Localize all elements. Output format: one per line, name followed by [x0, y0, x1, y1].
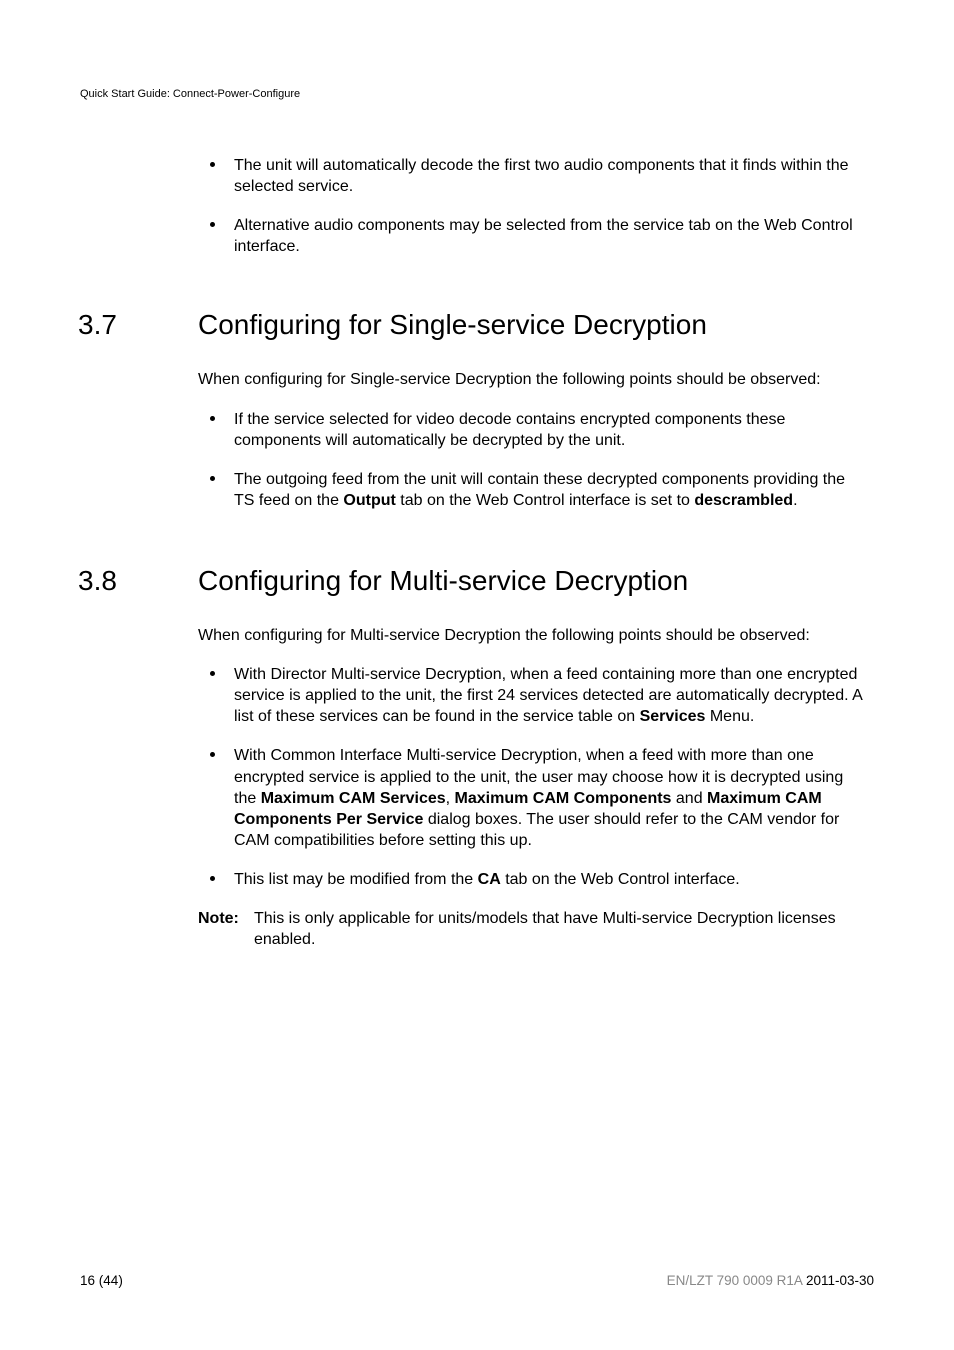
page-current: 16	[80, 1273, 95, 1288]
list-item-text: This list may be modified from the CA ta…	[234, 871, 740, 888]
bullet-list: With Director Multi-service Decryption, …	[198, 664, 868, 890]
section-number: 3.8	[78, 565, 117, 597]
page: Quick Start Guide: Connect-Power-Configu…	[0, 0, 954, 1350]
list-item: This list may be modified from the CA ta…	[198, 869, 868, 890]
run: With Director Multi-service Decryption, …	[234, 666, 862, 725]
bullet-icon	[210, 476, 215, 481]
list-item: Alternative audio components may be sele…	[198, 215, 868, 257]
run-bold: Output	[343, 492, 395, 509]
bullet-icon	[210, 162, 215, 167]
note-label: Note:	[198, 908, 254, 950]
doc-date: 2011-03-30	[806, 1273, 874, 1288]
section-title: Configuring for Multi-service Decryption	[198, 565, 868, 597]
pre-section-bullets: The unit will automatically decode the f…	[198, 155, 868, 257]
section-3-8: 3.8 Configuring for Multi-service Decryp…	[0, 565, 954, 950]
list-item: The unit will automatically decode the f…	[198, 155, 868, 197]
section-intro: When configuring for Single-service Decr…	[198, 369, 868, 390]
bullet-icon	[210, 876, 215, 881]
footer-page-number: 16 (44)	[80, 1273, 123, 1288]
run: .	[793, 492, 797, 509]
run-bold: Maximum CAM Services	[261, 790, 446, 807]
list-item-text: With Common Interface Multi-service Decr…	[234, 747, 843, 848]
run-bold: CA	[478, 871, 501, 888]
list-item-text: Alternative audio components may be sele…	[234, 217, 853, 255]
run: Menu.	[705, 708, 754, 725]
run-bold: Maximum CAM Components	[455, 790, 672, 807]
list-item: With Director Multi-service Decryption, …	[198, 664, 868, 727]
note-text: This is only applicable for units/models…	[254, 908, 868, 950]
run-bold: descrambled	[694, 492, 793, 509]
run-bold: Services	[640, 708, 706, 725]
content-area: The unit will automatically decode the f…	[0, 155, 954, 968]
running-head: Quick Start Guide: Connect-Power-Configu…	[80, 88, 300, 100]
run: tab on the Web Control interface is set …	[396, 492, 695, 509]
run: and	[671, 790, 707, 807]
list-item-text: With Director Multi-service Decryption, …	[234, 666, 862, 725]
bullet-icon	[210, 671, 215, 676]
section-title: Configuring for Single-service Decryptio…	[198, 309, 868, 341]
doc-code: EN/LZT 790 0009 R1A	[667, 1273, 803, 1288]
bullet-icon	[210, 752, 215, 757]
bullet-icon	[210, 416, 215, 421]
bullet-icon	[210, 222, 215, 227]
bullet-list: The unit will automatically decode the f…	[198, 155, 868, 257]
section-3-7: 3.7 Configuring for Single-service Decry…	[0, 309, 954, 511]
run: This list may be modified from the	[234, 871, 478, 888]
section-intro: When configuring for Multi-service Decry…	[198, 625, 868, 646]
run: ,	[446, 790, 455, 807]
run: tab on the Web Control interface.	[501, 871, 740, 888]
list-item: With Common Interface Multi-service Decr…	[198, 745, 868, 851]
footer-doc-info: EN/LZT 790 0009 R1A 2011-03-30	[667, 1273, 874, 1288]
note-block: Note: This is only applicable for units/…	[198, 908, 868, 950]
list-item: If the service selected for video decode…	[198, 409, 868, 451]
page-total: 44	[103, 1273, 118, 1288]
list-item-text: The unit will automatically decode the f…	[234, 157, 849, 195]
list-item: The outgoing feed from the unit will con…	[198, 469, 868, 511]
list-item-text: The outgoing feed from the unit will con…	[234, 471, 845, 509]
section-number: 3.7	[78, 309, 117, 341]
list-item-text: If the service selected for video decode…	[234, 411, 785, 449]
bullet-list: If the service selected for video decode…	[198, 409, 868, 511]
